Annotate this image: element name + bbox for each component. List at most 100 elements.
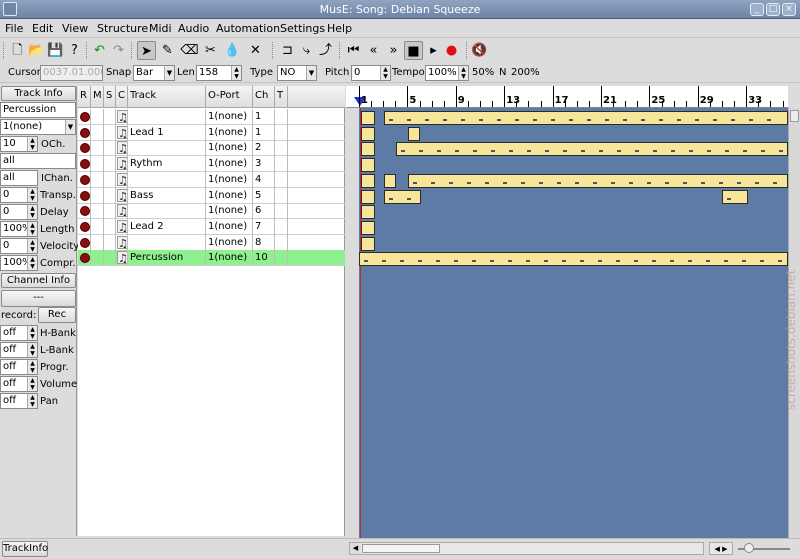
save-icon[interactable]: 💾	[46, 41, 65, 60]
midi-part[interactable]	[408, 126, 420, 141]
eraser-tool-icon[interactable]: ⌫	[180, 41, 199, 60]
type-select[interactable]: NO ▼	[277, 65, 317, 81]
menu-audio[interactable]: Audio	[178, 22, 209, 35]
menu-settings[interactable]: Settings	[280, 22, 325, 35]
close-icon[interactable]: ×	[782, 3, 796, 16]
stepper-arrows-icon[interactable]: ▲ ▼	[27, 256, 37, 270]
hscroll-thumb[interactable]	[362, 544, 440, 553]
track-name-cell[interactable]: Bass	[128, 187, 206, 204]
record-enable-icon[interactable]	[80, 221, 90, 232]
record-cell[interactable]	[78, 203, 91, 220]
channel-cell[interactable]: 1	[253, 124, 275, 141]
record-enable-icon[interactable]	[80, 112, 90, 122]
solo-cell[interactable]	[104, 218, 116, 235]
mute-cell[interactable]	[91, 187, 104, 204]
midi-part[interactable]	[384, 111, 788, 125]
midi-part[interactable]	[361, 126, 375, 141]
midi-part[interactable]	[722, 189, 748, 204]
delay-stepper[interactable]: 0 ▲ ▼	[0, 204, 38, 220]
channel-cell[interactable]: 5	[253, 187, 275, 204]
midi-part[interactable]	[361, 189, 375, 204]
mute-cell[interactable]	[91, 203, 104, 220]
rewind-icon[interactable]: «	[364, 41, 383, 60]
mute-cell[interactable]	[91, 250, 104, 267]
channel-cell[interactable]: 2	[253, 140, 275, 157]
midi-part[interactable]	[408, 173, 788, 188]
header-channel[interactable]: Ch	[253, 86, 275, 108]
timelock-cell[interactable]	[275, 203, 288, 220]
track-row[interactable]: ♫ 1(none) 2	[78, 140, 345, 157]
channel-cell[interactable]: 3	[253, 156, 275, 173]
len-stepper[interactable]: 158 ▲ ▼	[196, 65, 242, 81]
chevron-down-icon[interactable]: ▼	[65, 120, 75, 134]
track-name-cell[interactable]	[128, 171, 206, 188]
oport-cell[interactable]: 1(none)	[206, 156, 253, 173]
record-cell[interactable]	[78, 124, 91, 141]
stepper-arrows-icon[interactable]: ▲ ▼	[27, 239, 37, 253]
new-file-icon[interactable]: 🗋	[8, 41, 27, 60]
timelock-cell[interactable]	[275, 171, 288, 188]
minimize-icon[interactable]: _	[750, 3, 764, 16]
oport-cell[interactable]: 1(none)	[206, 218, 253, 235]
midi-part[interactable]	[361, 173, 375, 188]
track-row[interactable]: ♫ Lead 1 1(none) 1	[78, 124, 345, 141]
mute-cell[interactable]	[91, 109, 104, 125]
solo-cell[interactable]	[104, 156, 116, 173]
input-channel-field[interactable]: all	[0, 153, 76, 169]
menu-midi[interactable]: Midi	[149, 22, 172, 35]
solo-cell[interactable]	[104, 171, 116, 188]
hbank-stepper[interactable]: off ▲ ▼	[0, 325, 38, 341]
output-channel-stepper[interactable]: 10 ▲ ▼	[0, 136, 38, 152]
header-class[interactable]: C	[116, 86, 128, 108]
timelock-cell[interactable]	[275, 250, 288, 267]
pan-stepper[interactable]: off ▲ ▼	[0, 393, 38, 409]
channel-cell[interactable]: 10	[253, 250, 275, 267]
solo-cell[interactable]	[104, 234, 116, 251]
input-channel-field-2[interactable]: all	[0, 170, 38, 186]
trackinfo-toggle-button[interactable]: TrackInfo	[2, 541, 48, 557]
undo-icon[interactable]: ↶	[90, 41, 109, 60]
oport-cell[interactable]: 1(none)	[206, 124, 253, 141]
program-stepper[interactable]: off ▲ ▼	[0, 359, 38, 375]
chevron-down-icon[interactable]: ▼	[306, 66, 316, 80]
record-cell[interactable]	[78, 171, 91, 188]
timeline-ruler[interactable]: 1 5 9 13 17 21 25 29 33	[346, 86, 788, 108]
timelock-cell[interactable]	[275, 187, 288, 204]
pointer-tool-icon[interactable]: ➤	[137, 41, 156, 60]
record-cell[interactable]	[78, 156, 91, 173]
stepper-arrows-icon[interactable]: ▲ ▼	[27, 377, 37, 391]
mute-cell[interactable]	[91, 218, 104, 235]
midi-part[interactable]	[384, 189, 421, 204]
solo-cell[interactable]	[104, 203, 116, 220]
tempo-200-button[interactable]: 200%	[511, 67, 540, 78]
header-oport[interactable]: O-Port	[206, 86, 253, 108]
track-name-cell[interactable]: Lead 2	[128, 218, 206, 235]
mute-cell[interactable]	[91, 234, 104, 251]
menu-edit[interactable]: Edit	[32, 22, 53, 35]
channel-cell[interactable]: 1	[253, 109, 275, 125]
record-icon[interactable]: ●	[442, 41, 461, 60]
maximize-icon[interactable]: □	[766, 3, 780, 16]
compression-stepper[interactable]: 100% ▲ ▼	[0, 255, 38, 271]
menu-structure[interactable]: Structure	[97, 22, 148, 35]
stepper-arrows-icon[interactable]: ▲ ▼	[27, 222, 37, 236]
stepper-arrows-icon[interactable]: ▲ ▼	[231, 66, 241, 80]
solo-cell[interactable]	[104, 250, 116, 267]
track-name-cell[interactable]: Lead 1	[128, 124, 206, 141]
stepper-arrows-icon[interactable]: ▲ ▼	[27, 343, 37, 357]
solo-cell[interactable]	[104, 140, 116, 157]
oport-cell[interactable]: 1(none)	[206, 109, 253, 125]
stepper-arrows-icon[interactable]: ▲ ▼	[458, 66, 468, 80]
mute-cell[interactable]	[91, 140, 104, 157]
chevron-down-icon[interactable]: ▼	[164, 66, 174, 80]
channel-cell[interactable]: 8	[253, 234, 275, 251]
stop-icon[interactable]: ■	[404, 41, 423, 60]
oport-cell[interactable]: 1(none)	[206, 203, 253, 220]
record-cell[interactable]	[78, 234, 91, 251]
stepper-arrows-icon[interactable]: ▲ ▼	[27, 394, 37, 408]
track-row[interactable]: ♫ 1(none) 6	[78, 203, 345, 220]
track-row[interactable]: ♫ Lead 2 1(none) 7	[78, 218, 345, 235]
timelock-cell[interactable]	[275, 234, 288, 251]
track-name-cell[interactable]	[128, 109, 206, 125]
midi-part[interactable]	[361, 205, 375, 220]
